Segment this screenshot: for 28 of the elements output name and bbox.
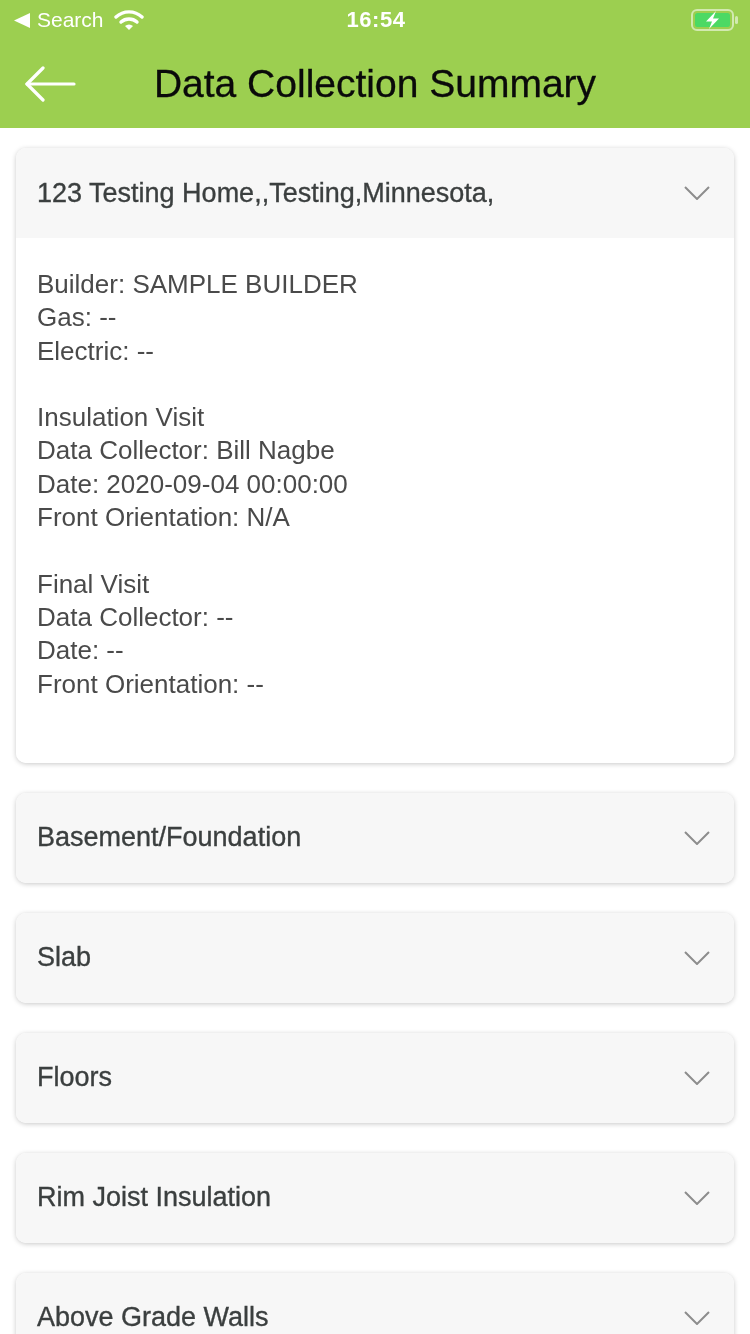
chevron-down-icon: [684, 830, 710, 845]
status-time: 16:54: [346, 7, 406, 33]
chevron-down-icon: [684, 1310, 710, 1325]
detail-text: Gas: --: [37, 301, 117, 335]
detail-text: Insulation Visit: [37, 401, 205, 435]
accordion-header[interactable]: 123 Testing Home,,Testing,Minnesota,: [16, 148, 734, 238]
detail-text: Date: 2020-09-04 00:00:00: [37, 467, 348, 501]
accordion-header[interactable]: Slab: [16, 912, 734, 1003]
accordion-header[interactable]: Basement/Foundation: [16, 792, 734, 883]
detail-text: Front Orientation: N/A: [37, 501, 290, 535]
screen-title: Data Collection Summary: [153, 62, 597, 106]
detail-text: Final Visit: [37, 567, 150, 601]
detail-text: Builder: SAMPLE BUILDER: [37, 268, 358, 301]
detail-text: Data Collector: Bill Nagbe: [37, 434, 335, 468]
detail-text: Date: --: [37, 634, 124, 668]
detail-text: Electric: --: [37, 334, 154, 368]
chevron-down-icon: [684, 1190, 710, 1205]
chevron-down-icon: [684, 186, 710, 200]
back-triangle-icon: [14, 12, 30, 28]
chevron-down-icon: [684, 1070, 710, 1085]
battery-charging-icon: [691, 9, 738, 31]
accordion-header[interactable]: Above Grade Walls: [16, 1272, 734, 1334]
chevron-down-icon: [684, 950, 710, 965]
accordion-header[interactable]: Rim Joist Insulation: [16, 1152, 734, 1243]
detail-text: Data Collector: --: [37, 600, 234, 634]
wifi-icon: [113, 9, 144, 31]
detail-text: Front Orientation: --: [37, 667, 264, 701]
accordion-header[interactable]: Floors: [16, 1032, 734, 1123]
